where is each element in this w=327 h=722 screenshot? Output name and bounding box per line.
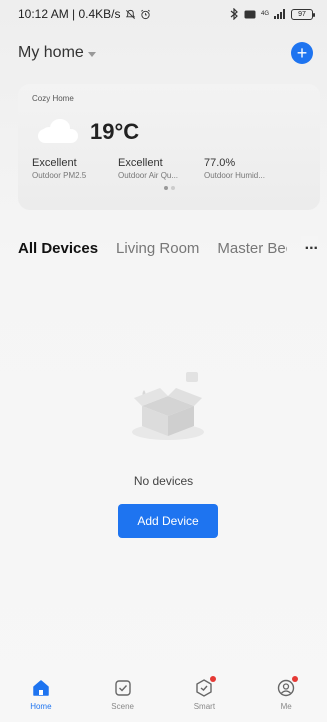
metric-value: 77.0% bbox=[204, 157, 236, 169]
weather-metrics: Excellent Outdoor PM2.5 Excellent Outdoo… bbox=[32, 157, 306, 180]
home-icon bbox=[31, 678, 51, 698]
nav-smart[interactable]: Smart bbox=[174, 672, 234, 722]
status-time: 10:12 AM | 0.4KB/s bbox=[18, 7, 121, 21]
notification-off-icon bbox=[125, 9, 136, 20]
add-device-button[interactable]: Add Device bbox=[118, 504, 218, 538]
metric-label: Outdoor PM2.5 bbox=[32, 171, 87, 180]
weather-card-title: Cozy Home bbox=[32, 94, 74, 103]
nav-label: Smart bbox=[193, 702, 216, 711]
metric-label: Outdoor Humid... bbox=[204, 171, 265, 180]
metric-humidity: 77.0% Outdoor Humid... bbox=[204, 157, 290, 180]
header: My home + bbox=[0, 38, 327, 68]
tab-master-bedroom[interactable]: Master Bec bbox=[217, 240, 287, 257]
smart-icon bbox=[194, 676, 217, 698]
signal-network-label: 4G bbox=[260, 11, 269, 17]
home-selector[interactable]: My home bbox=[18, 44, 96, 62]
tab-living-room[interactable]: Living Room bbox=[116, 240, 199, 257]
scene-icon bbox=[113, 678, 133, 698]
notification-badge bbox=[292, 676, 299, 682]
empty-state-message: No devices bbox=[133, 474, 194, 488]
metric-label: Outdoor Air Qu... bbox=[118, 171, 179, 180]
nav-scene[interactable]: Scene bbox=[93, 672, 153, 722]
nav-label: Scene bbox=[111, 702, 134, 711]
signal-icon bbox=[274, 9, 286, 19]
weather-card[interactable]: Cozy Home 19°C Excellent Outdoor PM2.5 E… bbox=[18, 84, 320, 210]
hd-icon bbox=[244, 10, 256, 19]
profile-icon bbox=[276, 676, 299, 698]
caret-down-icon bbox=[87, 51, 96, 57]
notification-badge bbox=[210, 676, 217, 682]
metric-pm25: Excellent Outdoor PM2.5 bbox=[32, 157, 118, 180]
alarm-icon bbox=[140, 9, 151, 20]
metric-air-quality: Excellent Outdoor Air Qu... bbox=[118, 157, 204, 180]
tab-all-devices[interactable]: All Devices bbox=[18, 240, 98, 257]
nav-label: Home bbox=[30, 702, 52, 711]
temperature-row: 19°C bbox=[32, 117, 306, 147]
bottom-nav: Home Scene Smart Me bbox=[0, 672, 327, 722]
status-bar: 10:12 AM | 0.4KB/s 4G 97 bbox=[0, 0, 327, 28]
metric-value: Excellent bbox=[32, 157, 77, 169]
battery-level: 97 bbox=[298, 10, 306, 18]
page-indicator bbox=[32, 186, 306, 190]
bluetooth-icon bbox=[230, 8, 239, 20]
room-tabs: All Devices Living Room Master Bec ... bbox=[18, 236, 318, 260]
nav-label: Me bbox=[280, 702, 292, 711]
status-right: 4G 97 bbox=[230, 8, 315, 20]
temperature-value: 19°C bbox=[90, 119, 140, 144]
page-dot bbox=[170, 186, 175, 190]
battery-icon: 97 bbox=[291, 8, 315, 20]
empty-box-illustration bbox=[128, 370, 208, 440]
nav-me[interactable]: Me bbox=[256, 672, 316, 722]
nav-home[interactable]: Home bbox=[11, 672, 71, 722]
more-tabs-button[interactable]: ... bbox=[300, 236, 318, 254]
home-name: My home bbox=[18, 44, 84, 61]
status-left: 10:12 AM | 0.4KB/s bbox=[18, 7, 151, 21]
cloud-icon bbox=[38, 119, 78, 143]
plus-icon: + bbox=[296, 43, 308, 63]
metric-value: Excellent bbox=[118, 157, 163, 169]
add-button[interactable]: + bbox=[291, 42, 313, 64]
page-dot-active bbox=[163, 186, 168, 190]
